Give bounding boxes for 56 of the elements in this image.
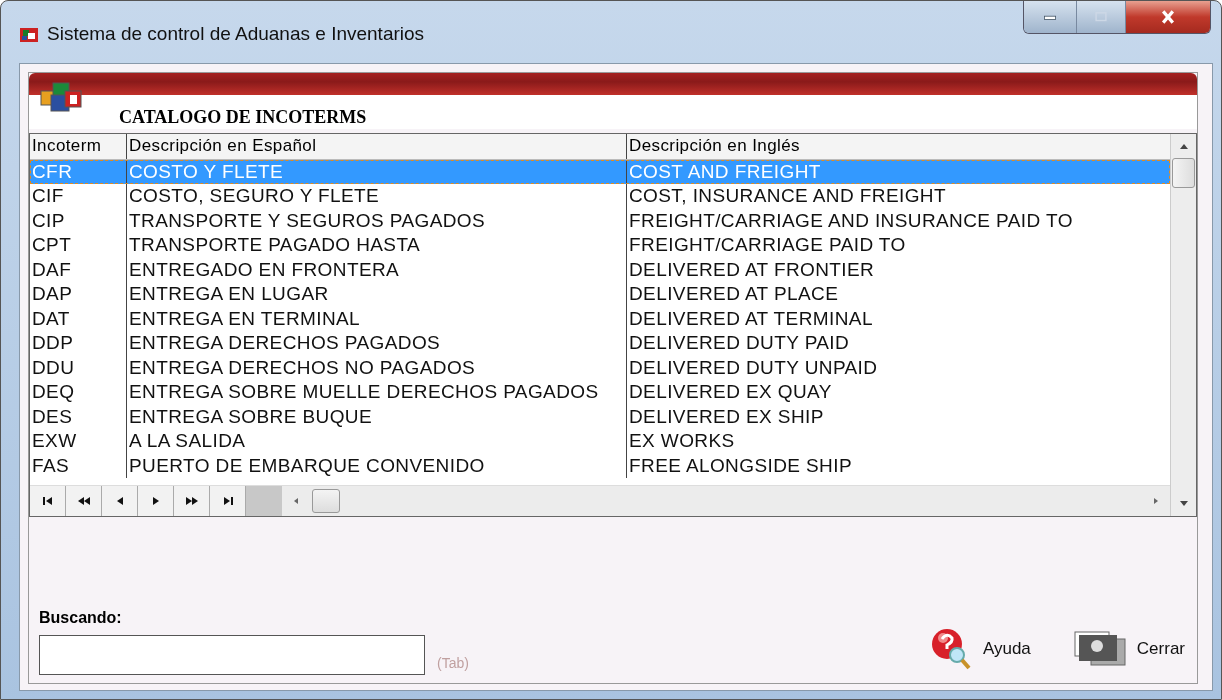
maximize-icon	[1094, 10, 1108, 24]
next-record-button[interactable]	[138, 486, 174, 516]
close-icon	[1159, 9, 1177, 25]
column-header[interactable]: Descripción en Español	[126, 134, 626, 159]
table-cell-text: CFR	[31, 159, 74, 184]
window-title: Sistema de control de Aduanas e Inventarios	[47, 23, 425, 45]
table-cell: ENTREGA SOBRE BUQUE	[126, 404, 626, 429]
first-record-button[interactable]	[30, 486, 66, 516]
table-cell-text: DEQ	[31, 380, 76, 405]
scroll-thumb[interactable]	[1172, 158, 1195, 188]
table-cell-text: FAS	[31, 453, 71, 478]
table-cell-text: CIF	[31, 184, 65, 209]
table-cell: COSTO, SEGURO Y FLETE	[126, 184, 626, 209]
close-button[interactable]	[1126, 1, 1210, 33]
search-field[interactable]	[39, 635, 425, 675]
table-cell: COSTO Y FLETE	[126, 159, 626, 184]
table-cell: ENTREGA SOBRE MUELLE DERECHOS PAGADOS	[126, 380, 626, 405]
table-cell: ENTREGA DERECHOS PAGADOS	[126, 331, 626, 356]
minimize-icon	[1041, 13, 1059, 21]
table-cell: ENTREGADO EN FRONTERA	[126, 257, 626, 282]
minimize-button[interactable]	[1024, 1, 1077, 33]
table-cell-text: DAT	[31, 306, 71, 331]
help-button[interactable]: Ayuda	[928, 627, 1031, 671]
search-label: Buscando:	[39, 609, 123, 627]
scroll-right-icon[interactable]	[1152, 497, 1160, 505]
last-record-button[interactable]	[210, 486, 246, 516]
column-header[interactable]: Incoterm	[30, 134, 126, 159]
table-cell: ENTREGA EN TERMINAL	[126, 306, 626, 331]
table-cell-text: DES	[31, 404, 74, 429]
table-cell: PUERTO DE EMBARQUE CONVENIDO	[126, 453, 626, 478]
scroll-thumb[interactable]	[312, 489, 340, 513]
table-cell: TRANSPORTE Y SEGUROS PAGADOS	[126, 208, 626, 233]
scroll-down-icon[interactable]	[1178, 500, 1189, 508]
nextpage-record-button[interactable]	[174, 486, 210, 516]
table-cell: ENTREGA DERECHOS NO PAGADOS	[126, 355, 626, 380]
close-window-button[interactable]: Cerrar	[1072, 627, 1185, 671]
scroll-up-icon[interactable]	[1178, 142, 1189, 150]
table-cell: TRANSPORTE PAGADO HASTA	[126, 233, 626, 258]
vertical-scrollbar[interactable]	[1170, 134, 1196, 516]
catalog-heading: CATALOGO DE INCOTERMS	[119, 107, 367, 129]
scroll-left-icon[interactable]	[292, 497, 300, 505]
prev-record-button[interactable]	[102, 486, 138, 516]
table-cell-text: DDP	[31, 331, 75, 356]
nextpage-record-icon	[183, 495, 200, 507]
table-cell-text: DAF	[31, 257, 73, 282]
table-cell-text: CPT	[31, 233, 73, 258]
prevpage-record-button[interactable]	[66, 486, 102, 516]
table-cell-text: DDU	[31, 355, 76, 380]
table-cell-text: DAP	[31, 282, 74, 307]
app-icon	[19, 25, 39, 45]
table-cell-text: CIP	[31, 208, 66, 233]
tab-hint: (Tab)	[437, 655, 469, 673]
monitor-icon	[1072, 629, 1127, 669]
table-cell-text: EXW	[31, 429, 78, 454]
table-cell: ENTREGA EN LUGAR	[126, 282, 626, 307]
table-cell: A LA SALIDA	[126, 429, 626, 454]
